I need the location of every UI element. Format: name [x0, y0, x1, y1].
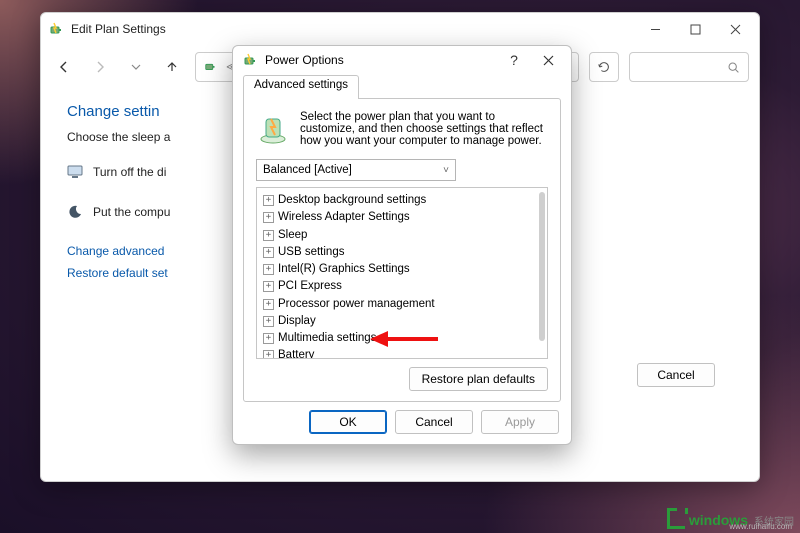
expander-icon[interactable]: + — [263, 212, 274, 223]
settings-tree: +Desktop background settings +Wireless A… — [256, 187, 548, 359]
forward-button[interactable] — [87, 54, 113, 80]
address-app-icon — [204, 59, 220, 75]
tree-item-battery[interactable]: +Battery — [263, 347, 541, 359]
apply-button[interactable]: Apply — [481, 410, 559, 434]
close-button[interactable] — [715, 14, 755, 44]
refresh-button[interactable] — [589, 52, 619, 82]
combo-value: Balanced [Active] — [263, 164, 352, 176]
dialog-close-button[interactable] — [531, 46, 565, 74]
display-icon — [67, 164, 83, 180]
dialog-app-icon — [243, 52, 259, 68]
titlebar[interactable]: Edit Plan Settings — [41, 13, 759, 45]
chevron-down-icon: ˅ — [443, 165, 449, 176]
dialog-title: Power Options — [265, 53, 344, 67]
expander-icon[interactable]: + — [263, 333, 274, 344]
power-options-dialog: Power Options ? Advanced settings Select… — [232, 45, 572, 445]
tree-item-multimedia[interactable]: +Multimedia settings — [263, 330, 541, 347]
power-plan-combo[interactable]: Balanced [Active] ˅ — [256, 159, 456, 181]
display-off-label: Turn off the di — [93, 165, 166, 179]
tree-item-intel-graphics[interactable]: +Intel(R) Graphics Settings — [263, 261, 541, 278]
maximize-button[interactable] — [675, 14, 715, 44]
tree-item-wireless[interactable]: +Wireless Adapter Settings — [263, 209, 541, 226]
dialog-button-row: OK Cancel Apply — [233, 402, 571, 446]
expander-icon[interactable]: + — [263, 195, 274, 206]
window-title: Edit Plan Settings — [71, 22, 166, 36]
watermark-logo-icon — [667, 511, 685, 529]
minimize-button[interactable] — [635, 14, 675, 44]
search-icon — [727, 61, 740, 74]
tree-item-pci-express[interactable]: +PCI Express — [263, 278, 541, 295]
up-button[interactable] — [159, 54, 185, 80]
tree-item-usb[interactable]: +USB settings — [263, 244, 541, 261]
expander-icon[interactable]: + — [263, 230, 274, 241]
expander-icon[interactable]: + — [263, 247, 274, 258]
intro-text: Select the power plan that you want to c… — [300, 111, 548, 147]
moon-icon — [67, 204, 83, 220]
expander-icon[interactable]: + — [263, 316, 274, 327]
cancel-button[interactable]: Cancel — [637, 363, 715, 387]
watermark-url: www.ruihaifu.com — [729, 522, 792, 531]
tab-panel: Select the power plan that you want to c… — [243, 98, 561, 402]
ok-button[interactable]: OK — [309, 410, 387, 434]
back-button[interactable] — [51, 54, 77, 80]
app-icon — [49, 21, 65, 37]
intro-block: Select the power plan that you want to c… — [256, 111, 548, 147]
search-input[interactable] — [629, 52, 749, 82]
help-button[interactable]: ? — [497, 52, 531, 68]
expander-icon[interactable]: + — [263, 350, 274, 359]
power-plan-icon — [256, 111, 290, 145]
expander-icon[interactable]: + — [263, 281, 274, 292]
expander-icon[interactable]: + — [263, 264, 274, 275]
tab-advanced-settings[interactable]: Advanced settings — [243, 75, 359, 99]
expander-icon[interactable]: + — [263, 299, 274, 310]
scrollbar[interactable] — [539, 190, 545, 356]
sleep-label: Put the compu — [93, 205, 170, 219]
recent-button[interactable] — [123, 54, 149, 80]
restore-plan-defaults-button[interactable]: Restore plan defaults — [409, 367, 548, 391]
tree-item-display[interactable]: +Display — [263, 313, 541, 330]
dialog-titlebar[interactable]: Power Options ? — [233, 46, 571, 74]
dialog-cancel-button[interactable]: Cancel — [395, 410, 473, 434]
tree-item-desktop-background[interactable]: +Desktop background settings — [263, 192, 541, 209]
tree-item-processor[interactable]: +Processor power management — [263, 296, 541, 313]
tree-item-sleep[interactable]: +Sleep — [263, 227, 541, 244]
